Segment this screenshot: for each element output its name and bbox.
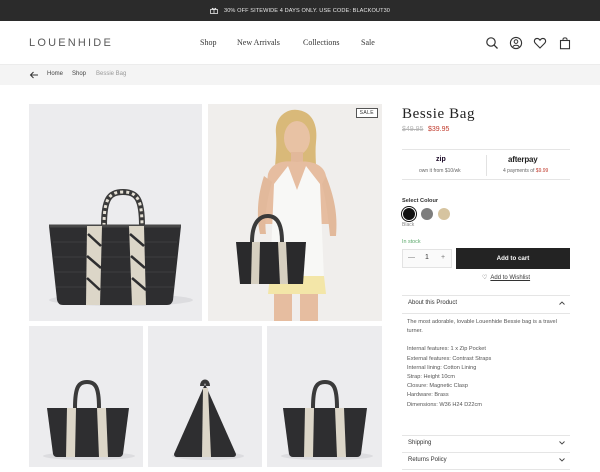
model-photo: [208, 104, 382, 321]
account-icon[interactable]: [509, 36, 523, 50]
swatch-natural[interactable]: [438, 208, 450, 220]
qty-value[interactable]: 1: [425, 254, 429, 261]
detail-line: Closure: Magnetic Clasp: [407, 383, 468, 390]
payment-divider: [486, 155, 487, 176]
swatch-grey[interactable]: [421, 208, 433, 220]
breadcrumb: Home Shop Bessie Bag: [0, 65, 600, 85]
bag-icon[interactable]: [558, 36, 572, 50]
detail-line: Strap: Height 10cm: [407, 374, 455, 381]
promo-text: 30% OFF SITEWIDE 4 DAYS ONLY. USE CODE: …: [223, 7, 391, 14]
product-title: Bessie Bag: [402, 106, 476, 122]
afterpay-text-prefix: 4 payments of: [503, 168, 536, 174]
detail-line: External features: Contrast Straps: [407, 355, 492, 362]
detail-line: Dimensions: W36 H24 D22cm: [407, 401, 482, 408]
breadcrumb-home[interactable]: Home: [47, 71, 63, 77]
returns-title: Returns Policy: [408, 457, 447, 463]
breadcrumb-current: Bessie Bag: [96, 71, 127, 77]
search-icon[interactable]: [485, 36, 499, 50]
detail-line: Internal features: 1 x Zip Pocket: [407, 346, 486, 353]
nav-collections[interactable]: Collections: [303, 38, 339, 47]
stock-status: In stock: [402, 239, 421, 245]
afterpay-logo[interactable]: afterpay: [508, 155, 538, 164]
shipping-accordion-header[interactable]: Shipping: [402, 435, 570, 452]
about-title: About this Product: [408, 300, 458, 306]
afterpay-amount: $9.99: [535, 168, 549, 174]
qty-minus-button[interactable]: —: [408, 254, 415, 261]
returns-accordion-header[interactable]: Returns Policy: [402, 452, 570, 470]
qty-plus-button[interactable]: +: [441, 254, 445, 261]
gift-icon: [210, 7, 218, 14]
bag-back-image: [267, 326, 382, 467]
promo-bar: 30% OFF SITEWIDE 4 DAYS ONLY. USE CODE: …: [0, 0, 600, 21]
brand-logo[interactable]: LOUENHIDE: [29, 37, 113, 49]
chevron-up-icon: [559, 301, 565, 305]
heart-outline-icon: ♡: [482, 275, 488, 281]
product-image-main[interactable]: [29, 104, 202, 321]
chevron-down-icon: [559, 458, 565, 462]
product-image-4[interactable]: [148, 326, 262, 467]
header-icons: [480, 36, 600, 50]
add-to-cart-button[interactable]: Add to cart: [456, 248, 570, 269]
original-price: $49.95: [402, 126, 424, 133]
product-image-model[interactable]: SALE: [208, 104, 382, 321]
bag-front-image: [29, 104, 202, 321]
wishlist-label: Add to Wishlist: [490, 275, 531, 281]
about-content: The most adorable, lovable Louenhide Bes…: [407, 318, 565, 410]
zip-logo[interactable]: zip: [436, 156, 446, 163]
selected-colour: Black: [402, 222, 415, 228]
nav-sale[interactable]: Sale: [361, 38, 375, 47]
heart-icon[interactable]: [533, 36, 547, 50]
wishlist-link[interactable]: ♡ Add to Wishlist: [482, 274, 530, 281]
swatch-black[interactable]: [403, 208, 415, 220]
product-image-5[interactable]: [267, 326, 382, 467]
breadcrumb-shop[interactable]: Shop: [72, 71, 86, 77]
chevron-down-icon: [559, 441, 565, 445]
quantity-stepper: — 1 +: [402, 249, 452, 268]
bag-angle-image: [29, 326, 143, 467]
payment-options: zip own it from $10/wk afterpay 4 paymen…: [402, 149, 570, 180]
shipping-title: Shipping: [408, 440, 432, 446]
about-accordion-header[interactable]: About this Product: [402, 295, 570, 315]
bag-side-image: [148, 326, 262, 467]
arrow-left-icon[interactable]: [29, 70, 39, 80]
detail-line: Internal lining: Cotton Lining: [407, 364, 477, 371]
site-header: LOUENHIDE Shop New Arrivals Collections …: [0, 21, 600, 65]
nav-shop[interactable]: Shop: [200, 38, 216, 47]
about-divider: [402, 313, 570, 314]
sale-badge: SALE: [355, 108, 378, 118]
colour-label: Select Colour: [402, 198, 439, 204]
nav-new-arrivals[interactable]: New Arrivals: [237, 38, 280, 47]
detail-line: Hardware: Brass: [407, 392, 449, 399]
afterpay-text: 4 payments of $9.99: [503, 168, 548, 174]
product-image-3[interactable]: [29, 326, 143, 467]
zip-text: own it from $10/wk: [419, 168, 461, 174]
sale-price: $39.95: [428, 126, 450, 133]
about-intro: The most adorable, lovable Louenhide Bes…: [407, 319, 557, 335]
